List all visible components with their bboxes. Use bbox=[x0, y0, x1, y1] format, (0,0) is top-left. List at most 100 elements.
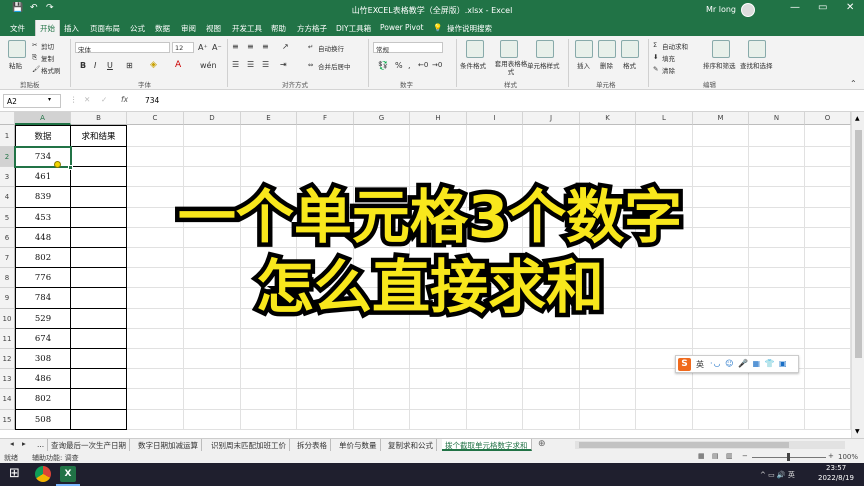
insert-cells-button[interactable]: 插入 bbox=[577, 60, 590, 70]
tab-power-pivot[interactable]: Power Pivot bbox=[380, 23, 423, 32]
grid-cell[interactable] bbox=[693, 389, 749, 410]
row-header[interactable]: 15 bbox=[0, 409, 15, 430]
row-header[interactable]: 1 bbox=[0, 125, 15, 147]
grid-cell[interactable] bbox=[693, 328, 749, 349]
font-color-icon[interactable]: A bbox=[175, 60, 181, 70]
confirm-entry-icon[interactable]: ✓ bbox=[101, 95, 107, 104]
align-bottom-icon[interactable]: ≡ bbox=[262, 42, 269, 51]
ime-tools-icons[interactable]: ·◡ ☺ 🎤 ▦ 👕 ▣ bbox=[710, 359, 788, 368]
column-header[interactable]: N bbox=[749, 112, 805, 125]
number-format-select[interactable]: 常规 bbox=[373, 42, 443, 54]
underline-button[interactable]: U bbox=[107, 61, 113, 70]
conditional-format-button[interactable]: 条件格式 bbox=[460, 60, 486, 70]
column-header[interactable]: C bbox=[127, 112, 184, 125]
sum-result-cell[interactable] bbox=[71, 187, 127, 208]
tab-developer[interactable]: 开发工具 bbox=[232, 23, 262, 34]
normal-view-icon[interactable]: ▦ bbox=[698, 452, 705, 460]
tab-diy[interactable]: DIY工具箱 bbox=[336, 23, 371, 34]
grid-cell[interactable] bbox=[127, 389, 184, 410]
grid-cell[interactable] bbox=[354, 409, 410, 430]
grid-cell[interactable] bbox=[467, 389, 523, 410]
zoom-out-button[interactable]: − bbox=[742, 452, 748, 460]
row-header[interactable]: 13 bbox=[0, 369, 15, 390]
grid-cell[interactable] bbox=[693, 409, 749, 430]
column-header[interactable]: H bbox=[410, 112, 467, 125]
grid-cell[interactable] bbox=[410, 125, 467, 147]
grid-cell[interactable] bbox=[580, 389, 636, 410]
grid-cell[interactable] bbox=[241, 389, 297, 410]
cut-button[interactable]: 剪切 bbox=[41, 41, 54, 51]
row-header[interactable]: 2 bbox=[0, 147, 15, 168]
grid-cell[interactable] bbox=[354, 147, 410, 168]
delete-cells-button[interactable]: 删除 bbox=[600, 60, 613, 70]
grid-cell[interactable] bbox=[467, 328, 523, 349]
grid-cell[interactable] bbox=[805, 409, 851, 430]
grid-cell[interactable] bbox=[749, 308, 805, 329]
grid-cell[interactable] bbox=[354, 369, 410, 390]
grid-cell[interactable] bbox=[184, 369, 241, 390]
grid-cell[interactable] bbox=[749, 207, 805, 228]
system-tray-icons[interactable]: ^ ▭ 🔊 英 bbox=[760, 470, 795, 480]
grid-cell[interactable] bbox=[127, 349, 184, 370]
ime-language-toggle[interactable]: 英 bbox=[696, 359, 704, 370]
grid-cell[interactable] bbox=[580, 369, 636, 390]
font-size-select[interactable]: 12 bbox=[172, 42, 194, 53]
grid-cell[interactable] bbox=[467, 125, 523, 147]
worksheet-grid[interactable]: A B C D E F G H I J K L M N O 1234567891… bbox=[0, 112, 864, 438]
grid-cell[interactable] bbox=[805, 125, 851, 147]
scroll-down-icon[interactable]: ▼ bbox=[855, 428, 860, 435]
row-header[interactable]: 3 bbox=[0, 167, 15, 188]
lightbulb-icon[interactable]: 💡 bbox=[433, 23, 442, 32]
more-icon[interactable]: ⋮ bbox=[70, 95, 78, 104]
grid-cell[interactable] bbox=[805, 369, 851, 390]
column-header[interactable]: J bbox=[523, 112, 580, 125]
grid-cell[interactable] bbox=[127, 369, 184, 390]
grid-cell[interactable] bbox=[523, 328, 580, 349]
wrap-text-button[interactable]: 自动换行 bbox=[318, 43, 344, 53]
grid-cell[interactable] bbox=[805, 328, 851, 349]
sum-result-cell[interactable] bbox=[71, 308, 127, 329]
grid-cell[interactable] bbox=[749, 268, 805, 289]
delete-cells-icon[interactable] bbox=[598, 40, 616, 58]
sheet-next-icon[interactable]: ▸ bbox=[22, 439, 26, 448]
autosum-button[interactable]: 自动求和 bbox=[662, 41, 688, 51]
fill-color-icon[interactable]: ◈ bbox=[150, 60, 157, 70]
paste-button[interactable]: 粘贴 bbox=[9, 60, 22, 70]
grid-cell[interactable] bbox=[354, 328, 410, 349]
row-header[interactable]: 7 bbox=[0, 248, 15, 269]
row-header[interactable]: 10 bbox=[0, 308, 15, 329]
grid-cell[interactable] bbox=[580, 125, 636, 147]
grid-cell[interactable] bbox=[636, 389, 693, 410]
grid-cell[interactable] bbox=[297, 369, 354, 390]
grid-cell[interactable] bbox=[241, 349, 297, 370]
row-header[interactable]: 6 bbox=[0, 227, 15, 248]
add-sheet-button[interactable]: ⊕ bbox=[538, 439, 546, 449]
user-name[interactable]: Mr long bbox=[706, 5, 736, 14]
tab-file[interactable]: 文件 bbox=[10, 23, 25, 34]
shrink-font-icon[interactable]: A⁻ bbox=[212, 43, 222, 52]
name-box[interactable]: A2 bbox=[3, 94, 61, 108]
data-cell[interactable]: 734 bbox=[15, 147, 71, 168]
align-right-icon[interactable]: ☰ bbox=[262, 60, 269, 69]
sheet-tab[interactable]: 数字日期加减运算 bbox=[135, 439, 202, 451]
tab-data[interactable]: 数据 bbox=[155, 23, 170, 34]
start-icon[interactable]: ⊞ bbox=[9, 466, 20, 481]
ime-toolbar[interactable]: S 英 ·◡ ☺ 🎤 ▦ 👕 ▣ bbox=[675, 355, 799, 373]
column-header[interactable]: K bbox=[580, 112, 636, 125]
grid-cell[interactable] bbox=[693, 147, 749, 168]
bold-button[interactable]: B bbox=[80, 61, 86, 70]
grid-cell[interactable] bbox=[580, 409, 636, 430]
align-middle-icon[interactable]: ≡ bbox=[247, 42, 254, 51]
tab-insert[interactable]: 插入 bbox=[64, 23, 79, 34]
data-cell[interactable]: 674 bbox=[15, 328, 71, 349]
scrollbar-thumb[interactable] bbox=[855, 130, 862, 358]
data-cell[interactable]: 529 bbox=[15, 308, 71, 329]
grid-cell[interactable] bbox=[184, 147, 241, 168]
tell-me-search[interactable]: 操作说明搜索 bbox=[447, 23, 492, 34]
tab-home[interactable]: 开始 bbox=[35, 20, 60, 36]
grid-cell[interactable] bbox=[805, 349, 851, 370]
merge-center-button[interactable]: 合并后居中 bbox=[318, 61, 351, 71]
scroll-up-icon[interactable]: ▲ bbox=[855, 115, 860, 122]
grid-cell[interactable] bbox=[805, 308, 851, 329]
grid-cell[interactable] bbox=[805, 147, 851, 168]
